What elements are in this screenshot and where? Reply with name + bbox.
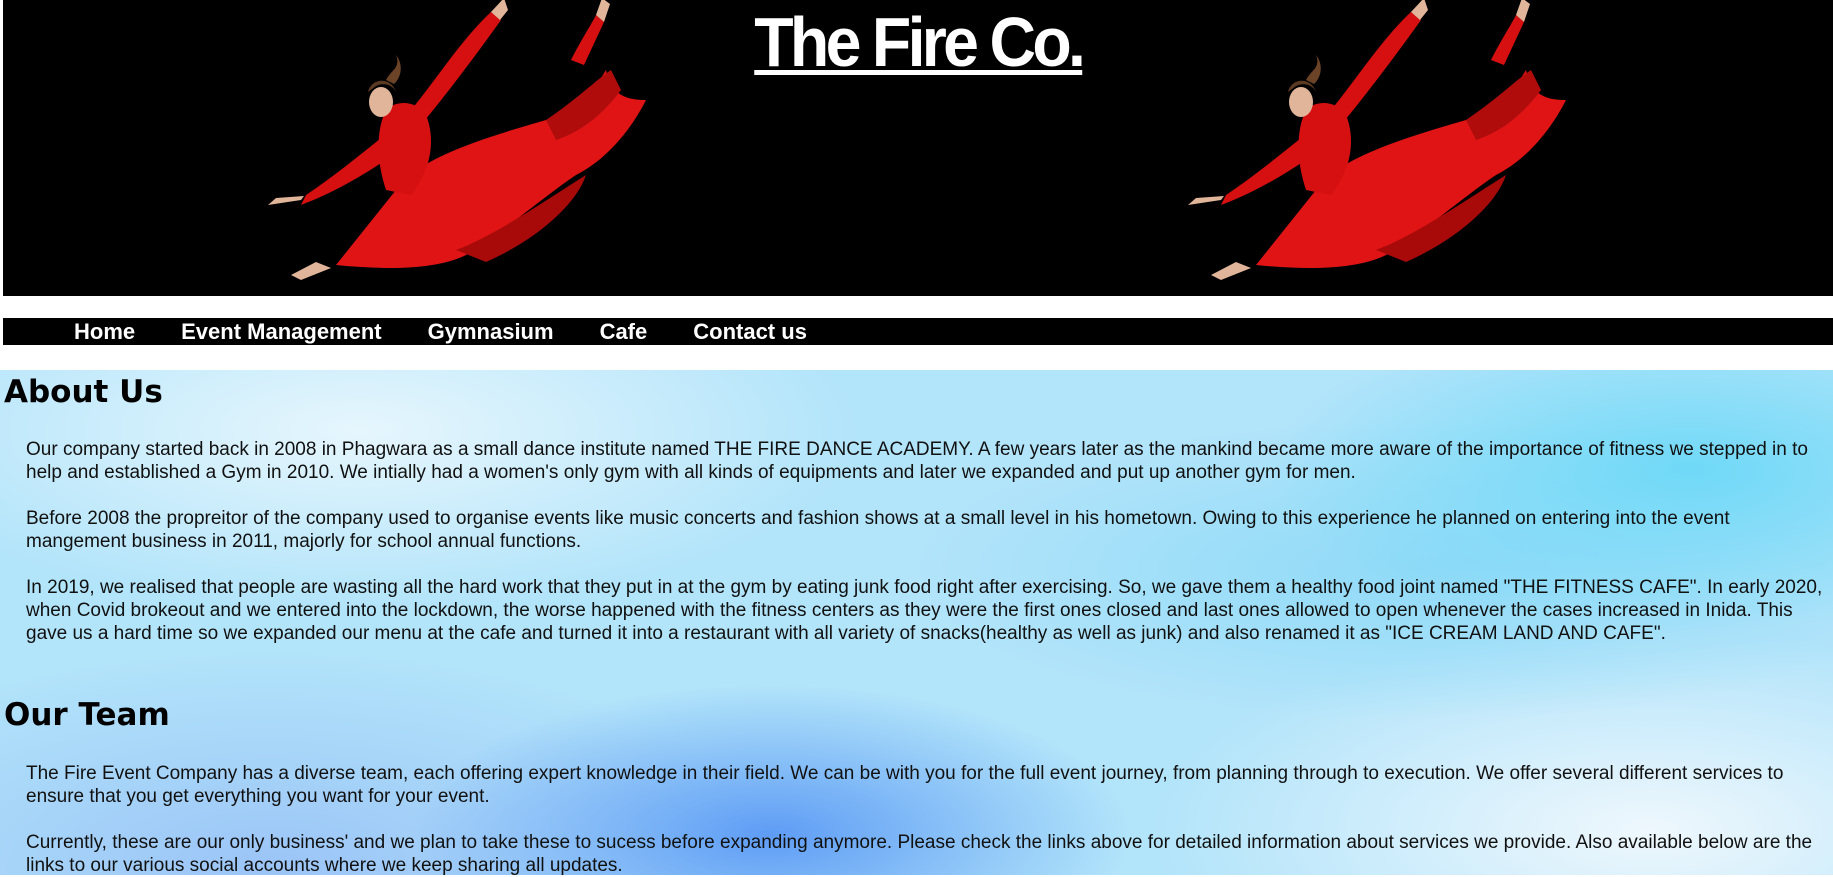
about-paragraph-3: In 2019, we realised that people are was…	[26, 577, 1823, 644]
team-paragraph-1: The Fire Event Company has a diverse tea…	[26, 763, 1784, 807]
site-title: The Fire Co.	[3, 2, 1833, 82]
nav-home[interactable]: Home	[74, 319, 135, 345]
nav-cafe[interactable]: Cafe	[600, 319, 648, 345]
nav-contact-us[interactable]: Contact us	[693, 319, 807, 345]
nav-gymnasium[interactable]: Gymnasium	[428, 319, 554, 345]
team-paragraph-2: Currently, these are our only business' …	[26, 832, 1813, 876]
nav-event-management[interactable]: Event Management	[181, 319, 382, 345]
header-banner: The Fire Co.	[3, 0, 1833, 296]
about-paragraph-2: Before 2008 the propreitor of the compan…	[26, 508, 1730, 552]
about-heading: About Us	[4, 374, 163, 410]
main-nav: Home Event Management Gymnasium Cafe Con…	[3, 318, 1833, 345]
site-title-text: The Fire Co.	[754, 3, 1086, 81]
main-content: About Us Our company started back in 200…	[0, 370, 1833, 876]
team-heading: Our Team	[4, 697, 170, 733]
about-paragraph-1: Our company started back in 2008 in Phag…	[26, 439, 1808, 483]
